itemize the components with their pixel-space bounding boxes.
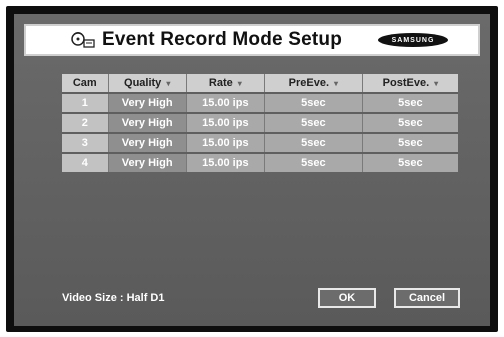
column-header-rate[interactable]: Rate ▾	[186, 74, 265, 93]
cell-cam: 4	[62, 152, 109, 172]
column-header-post-event[interactable]: PostEve. ▾	[362, 74, 458, 93]
ok-button[interactable]: OK	[318, 288, 376, 308]
table-row: 1 Very High 15.00 ips 5sec 5sec	[62, 92, 458, 113]
column-header-quality[interactable]: Quality ▾	[108, 74, 187, 93]
column-header-pre-event[interactable]: PreEve. ▾	[264, 74, 363, 93]
cell-quality[interactable]: Very High	[108, 132, 187, 153]
cell-cam: 2	[62, 112, 109, 133]
title-bar: Event Record Mode Setup SAMSUNG	[24, 24, 480, 56]
table-header-row: Cam Quality ▾ Rate ▾ PreEve. ▾ PostEve. ▾	[62, 74, 458, 93]
video-size-label: Video Size : Half D1	[62, 292, 165, 304]
cell-cam: 3	[62, 132, 109, 153]
cell-pre-event[interactable]: 5sec	[264, 92, 363, 113]
cell-post-event[interactable]: 5sec	[362, 152, 458, 172]
brand-logo: SAMSUNG	[378, 33, 448, 47]
cell-post-event[interactable]: 5sec	[362, 132, 458, 153]
cell-rate[interactable]: 15.00 ips	[186, 132, 265, 153]
cancel-button[interactable]: Cancel	[394, 288, 460, 308]
cell-pre-event[interactable]: 5sec	[264, 112, 363, 133]
dropdown-caret-icon: ▾	[434, 79, 439, 88]
cell-post-event[interactable]: 5sec	[362, 112, 458, 133]
cell-cam: 1	[62, 92, 109, 113]
table-row: 2 Very High 15.00 ips 5sec 5sec	[62, 112, 458, 133]
cell-post-event[interactable]: 5sec	[362, 92, 458, 113]
cell-rate[interactable]: 15.00 ips	[186, 152, 265, 172]
cell-rate[interactable]: 15.00 ips	[186, 112, 265, 133]
cell-quality[interactable]: Very High	[108, 152, 187, 172]
cell-quality[interactable]: Very High	[108, 92, 187, 113]
page-title: Event Record Mode Setup	[102, 29, 343, 50]
cell-pre-event[interactable]: 5sec	[264, 152, 363, 172]
cell-pre-event[interactable]: 5sec	[264, 132, 363, 153]
record-disc-icon	[70, 30, 98, 50]
table-row: 3 Very High 15.00 ips 5sec 5sec	[62, 132, 458, 153]
cell-quality[interactable]: Very High	[108, 112, 187, 133]
dropdown-caret-icon: ▾	[166, 79, 171, 88]
column-header-cam: Cam	[62, 74, 109, 93]
table-row: 4 Very High 15.00 ips 5sec 5sec	[62, 152, 458, 172]
camera-event-table: Cam Quality ▾ Rate ▾ PreEve. ▾ PostEve. ▾ 1 …	[62, 74, 458, 172]
dropdown-caret-icon: ▾	[334, 79, 339, 88]
dropdown-caret-icon: ▾	[237, 79, 242, 88]
cell-rate[interactable]: 15.00 ips	[186, 92, 265, 113]
